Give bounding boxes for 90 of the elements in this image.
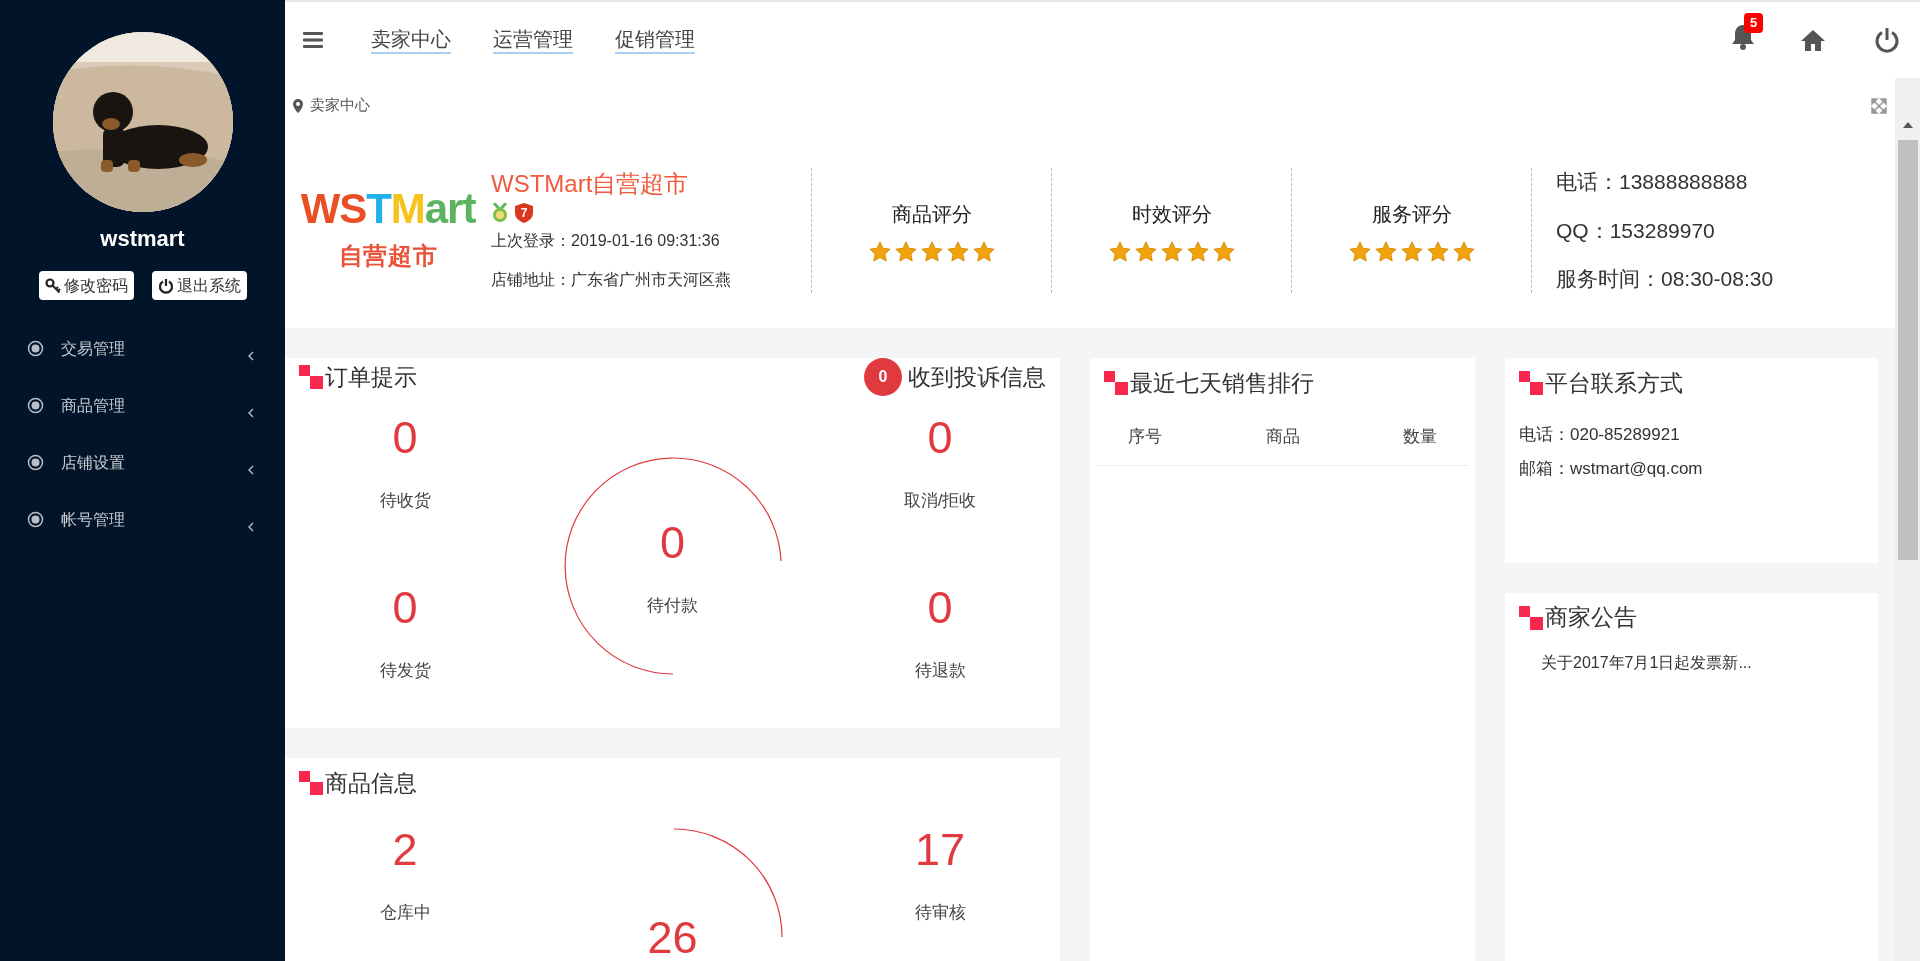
stat-label: 待发货: [379, 660, 431, 682]
last-login-text: 上次登录：2019-01-16 09:31:36: [491, 231, 721, 251]
breadcrumb[interactable]: 卖家中心: [310, 94, 370, 117]
chevron-left-icon: [247, 407, 255, 418]
complaint-label[interactable]: 收到投诉信息: [908, 359, 1046, 395]
shield-badge: 7: [515, 203, 533, 223]
star-icon: [1374, 240, 1397, 263]
notification-badge: 5: [1744, 12, 1764, 33]
stat-label: 待审核: [914, 902, 966, 924]
store-address: 店铺地址：广东省广州市天河区燕: [491, 270, 732, 290]
stat-value: 0: [392, 581, 418, 635]
star-icon: [894, 240, 917, 263]
menu-icon[interactable]: [303, 32, 323, 48]
logo-wordmark: WSTMart: [300, 187, 476, 230]
power-icon[interactable]: [1874, 27, 1900, 53]
star-icon: [972, 240, 995, 263]
column-header: 数量: [1403, 425, 1437, 448]
panel-title: 订单提示: [325, 362, 417, 392]
panel-title: 平台联系方式: [1545, 368, 1683, 398]
notice-link[interactable]: 关于2017年7月1日起发票新...: [1505, 650, 1878, 675]
stat-value: 2: [392, 823, 418, 877]
complaint-count-badge: 0: [864, 358, 902, 396]
stat-label: 待退款: [914, 660, 966, 682]
sidebar-item[interactable]: 店铺设置: [0, 434, 285, 491]
contact-text: 服务时间：08:30-08:30: [1556, 266, 1774, 292]
scrollbar-thumb[interactable]: [1897, 140, 1918, 560]
change-password-button[interactable]: 修改密码: [38, 271, 134, 300]
radio-icon: [27, 397, 44, 414]
radio-icon: [27, 511, 44, 528]
star-icon: [1186, 240, 1209, 263]
star-icon: [1134, 240, 1157, 263]
stat-value: 0: [927, 581, 953, 635]
key-icon: [44, 277, 61, 294]
chevron-left-icon: [247, 521, 255, 532]
stat-value: 17: [914, 823, 966, 877]
sidebar-item[interactable]: 帐号管理: [0, 491, 285, 548]
chevron-left-icon: [247, 464, 255, 475]
column-header: 序号: [1128, 425, 1162, 448]
contact-line: 电话：020-85289921: [1519, 424, 1681, 446]
stat-label: 待付款: [647, 595, 698, 618]
chevron-left-icon: [247, 350, 255, 361]
star-icon: [1108, 240, 1131, 263]
star-icon: [1348, 240, 1371, 263]
home-icon[interactable]: [1800, 28, 1826, 52]
stat-label: 待收货: [379, 490, 431, 512]
star-icon: [868, 240, 891, 263]
star-icon: [1212, 240, 1235, 263]
star-icon: [1400, 240, 1423, 263]
star-icon: [1160, 240, 1183, 263]
star-icon: [946, 240, 969, 263]
sidebar-item[interactable]: 商品管理: [0, 377, 285, 434]
scroll-up-icon[interactable]: [1902, 122, 1913, 128]
nav-link[interactable]: 促销管理: [615, 26, 695, 54]
stat-label: 取消/拒收: [903, 490, 977, 512]
squares-icon: [1519, 371, 1543, 395]
store-name: WSTMart自营超市: [491, 169, 690, 199]
star-icon: [1452, 240, 1475, 263]
stat-value: 0: [660, 516, 685, 571]
medal-icon: [491, 203, 509, 223]
star-icon: [920, 240, 943, 263]
squares-icon: [299, 365, 323, 389]
stat-label: 仓库中: [379, 902, 431, 924]
stat-value: 0: [392, 411, 418, 465]
scrollbar[interactable]: [1895, 78, 1920, 961]
logout-button[interactable]: 退出系统: [151, 271, 247, 300]
contact-text: QQ：153289970: [1556, 217, 1716, 244]
rating-label: 时效评分: [1131, 201, 1212, 227]
panel-title: 商家公告: [1545, 603, 1637, 633]
power-icon: [157, 277, 174, 294]
squares-icon: [1519, 605, 1543, 630]
rating-label: 商品评分: [891, 201, 972, 227]
nav-link[interactable]: 运营管理: [493, 26, 573, 54]
star-icon: [1426, 240, 1449, 263]
radio-icon: [27, 454, 44, 471]
column-header: 商品: [1265, 425, 1300, 448]
squares-icon: [299, 771, 323, 795]
logo-subtitle: 自营超市: [338, 240, 438, 271]
squares-icon: [1104, 371, 1128, 395]
nav-link[interactable]: 卖家中心: [371, 26, 451, 54]
contact-line: 邮箱：wstmart@qq.com: [1519, 457, 1704, 480]
stat-value: 26: [647, 911, 698, 961]
panel-title: 最近七天销售排行: [1130, 368, 1314, 398]
contact-text: 电话：13888888888: [1556, 169, 1749, 195]
sidebar-item[interactable]: 交易管理: [0, 320, 285, 377]
radio-icon: [27, 340, 44, 357]
rating-label: 服务评分: [1371, 201, 1452, 227]
stat-value: 0: [927, 411, 953, 465]
panel-title: 商品信息: [325, 768, 417, 798]
location-pin-icon: [293, 98, 303, 113]
user-name: wstmart: [100, 225, 185, 253]
